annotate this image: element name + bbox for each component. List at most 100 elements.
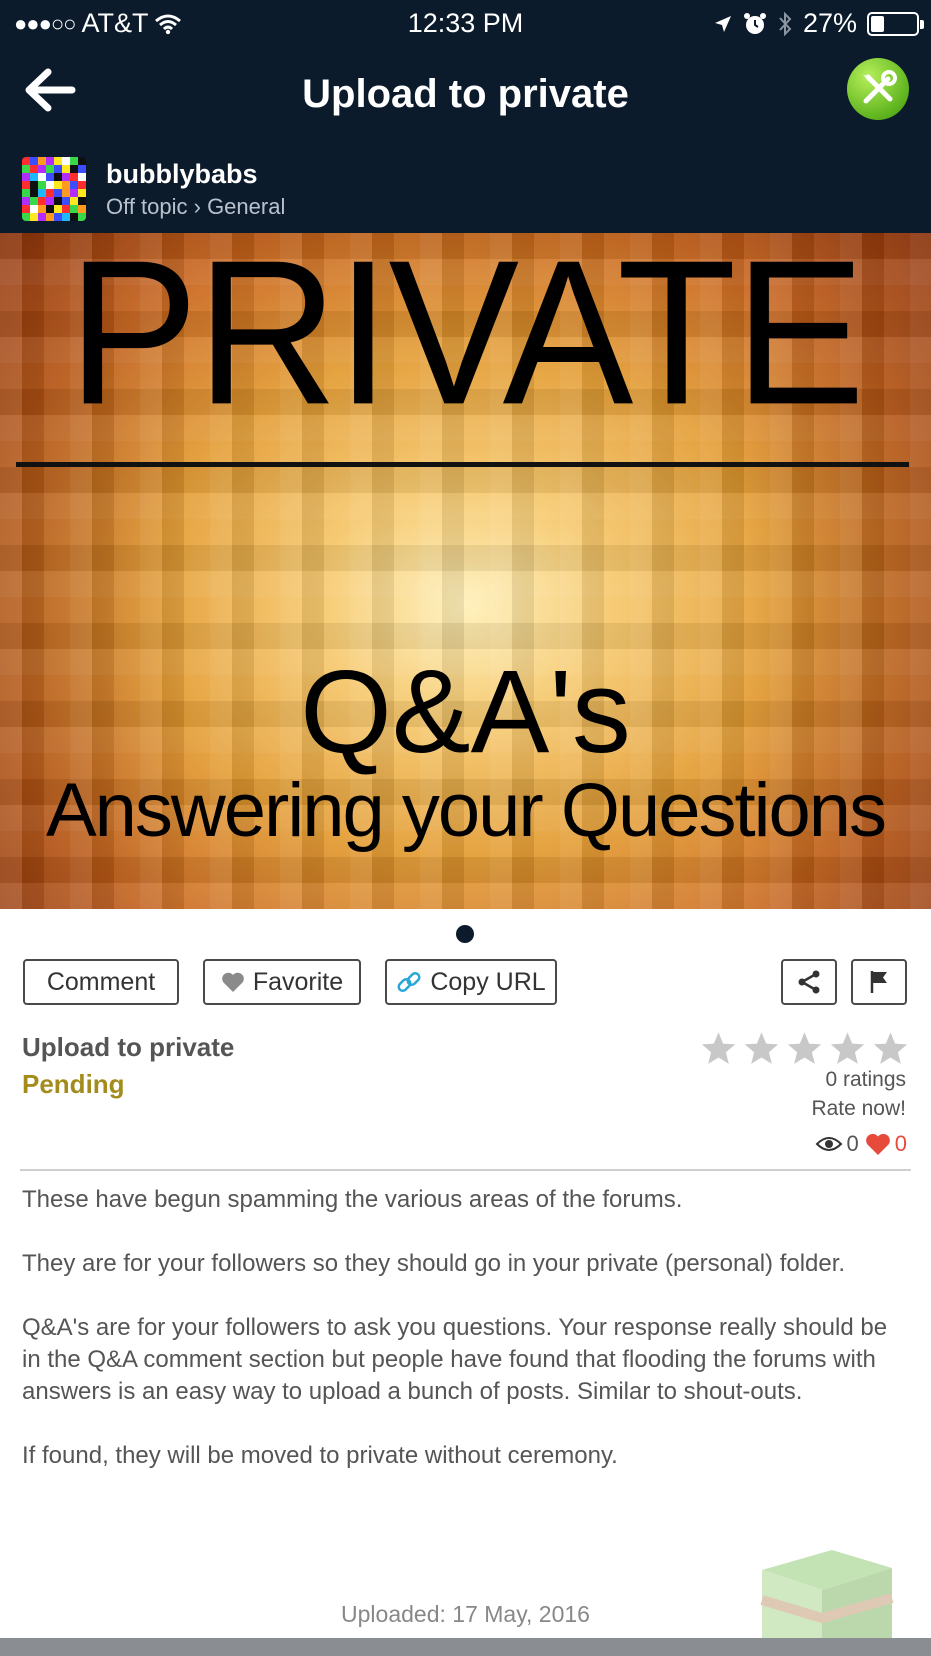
avatar-pixel xyxy=(78,165,86,173)
avatar-pixel xyxy=(30,205,38,213)
copy-url-button-label: Copy URL xyxy=(430,967,546,996)
avatar-pixel xyxy=(46,181,54,189)
avatar-pixel xyxy=(70,165,78,173)
avatar-pixel xyxy=(62,157,70,165)
image-qa-text: Q&A's xyxy=(300,646,631,778)
avatar-pixel xyxy=(70,157,78,165)
favorite-button-label: Favorite xyxy=(252,967,344,996)
avatar-pixel xyxy=(30,165,38,173)
avatar-pixel xyxy=(30,197,38,205)
post-paragraph: They are for your followers so they shou… xyxy=(22,1250,846,1277)
post-image[interactable]: PRIVATE Q&A's Answering your Questions xyxy=(0,233,931,909)
avatar-pixel xyxy=(78,157,86,165)
avatar-pixel xyxy=(22,157,30,165)
avatar-pixel xyxy=(46,165,54,173)
star-icon[interactable] xyxy=(829,1030,866,1067)
avatar-pixel xyxy=(70,213,78,221)
avatar-pixel xyxy=(22,205,30,213)
avatar-pixel xyxy=(78,189,86,197)
avatar-pixel xyxy=(46,213,54,221)
star-rating[interactable] xyxy=(700,1030,909,1067)
wrench-screwdriver-icon xyxy=(863,70,897,104)
image-divider xyxy=(16,462,909,467)
avatar-pixel xyxy=(22,197,30,205)
star-icon[interactable] xyxy=(743,1030,780,1067)
flag-icon xyxy=(870,971,887,993)
avatar-pixel xyxy=(62,205,70,213)
image-subtitle-text: Answering your Questions xyxy=(45,768,887,853)
avatar-pixel xyxy=(22,181,30,189)
link-icon xyxy=(397,971,421,993)
status-bar: ●●●○○ AT&T 12:33 PM 27% xyxy=(0,0,931,46)
upload-date: Uploaded: 17 May, 2016 xyxy=(341,1601,590,1627)
divider xyxy=(20,1169,911,1171)
post-paragraph: If found, they will be moved to private … xyxy=(22,1442,618,1469)
avatar-pixel xyxy=(46,197,54,205)
post-paragraph: Q&A's are for your followers to ask you … xyxy=(22,1314,888,1405)
avatar-pixel xyxy=(78,197,86,205)
avatar-pixel xyxy=(54,205,62,213)
avatar-pixel xyxy=(38,197,46,205)
avatar-pixel xyxy=(38,213,46,221)
favorite-button[interactable]: Favorite xyxy=(203,959,361,1005)
post-body: These have begun spamming the various ar… xyxy=(22,1184,912,1504)
avatar-pixel xyxy=(22,173,30,181)
avatar-pixel xyxy=(38,205,46,213)
battery-icon xyxy=(867,11,924,36)
page-indicator-dot xyxy=(456,925,474,943)
favorite-count: 0 xyxy=(894,1131,907,1156)
avatar-pixel xyxy=(22,213,30,221)
author-row[interactable]: bubblybabs Off topic › General xyxy=(22,156,285,222)
avatar-pixel xyxy=(78,213,86,221)
avatar-pixel xyxy=(54,173,62,181)
avatar-pixel xyxy=(62,213,70,221)
avatar-pixel xyxy=(46,205,54,213)
battery-percent: 27% xyxy=(802,8,857,38)
avatar-pixel xyxy=(30,181,38,189)
avatar-pixel xyxy=(22,165,30,173)
rate-now-link[interactable]: Rate now! xyxy=(811,1097,906,1121)
status-badge: Pending xyxy=(22,1069,125,1099)
page-title: Upload to private xyxy=(302,72,629,116)
avatar-pixel xyxy=(38,173,46,181)
avatar-pixel xyxy=(62,189,70,197)
battery-level xyxy=(871,15,884,32)
bottom-scroll-bar xyxy=(0,1638,931,1656)
share-button[interactable] xyxy=(781,959,837,1005)
tools-button[interactable] xyxy=(847,58,909,120)
avatar-pixel xyxy=(62,173,70,181)
copy-url-button[interactable]: Copy URL xyxy=(385,959,557,1005)
avatar-pixel xyxy=(70,205,78,213)
ratings-count: 0 ratings xyxy=(825,1068,906,1091)
comment-button[interactable]: Comment xyxy=(23,959,179,1005)
avatar-pixel xyxy=(70,197,78,205)
comment-button-label: Comment xyxy=(46,967,156,996)
view-count: 0 xyxy=(846,1131,859,1156)
avatar-pixel xyxy=(70,189,78,197)
avatar-pixel xyxy=(46,157,54,165)
avatar-pixel xyxy=(54,157,62,165)
heart-icon xyxy=(865,1133,890,1155)
eye-icon xyxy=(815,1137,842,1151)
avatar-pixel xyxy=(38,181,46,189)
avatar-pixel xyxy=(62,181,70,189)
avatar-pixel xyxy=(38,157,46,165)
avatar-pixel xyxy=(38,165,46,173)
author-name[interactable]: bubblybabs xyxy=(106,159,285,190)
heart-icon xyxy=(222,972,244,992)
flag-button[interactable] xyxy=(851,959,907,1005)
star-icon[interactable] xyxy=(786,1030,823,1067)
star-icon[interactable] xyxy=(700,1030,737,1067)
avatar-pixel xyxy=(22,189,30,197)
avatar[interactable] xyxy=(22,157,86,221)
avatar-pixel xyxy=(46,189,54,197)
avatar-pixel xyxy=(38,189,46,197)
avatar-pixel xyxy=(54,189,62,197)
avatar-pixel xyxy=(78,205,86,213)
post-title: Upload to private xyxy=(22,1032,235,1062)
avatar-pixel xyxy=(46,173,54,181)
star-icon[interactable] xyxy=(872,1030,909,1067)
avatar-pixel xyxy=(70,181,78,189)
breadcrumb[interactable]: Off topic › General xyxy=(106,194,285,220)
avatar-pixel xyxy=(70,173,78,181)
